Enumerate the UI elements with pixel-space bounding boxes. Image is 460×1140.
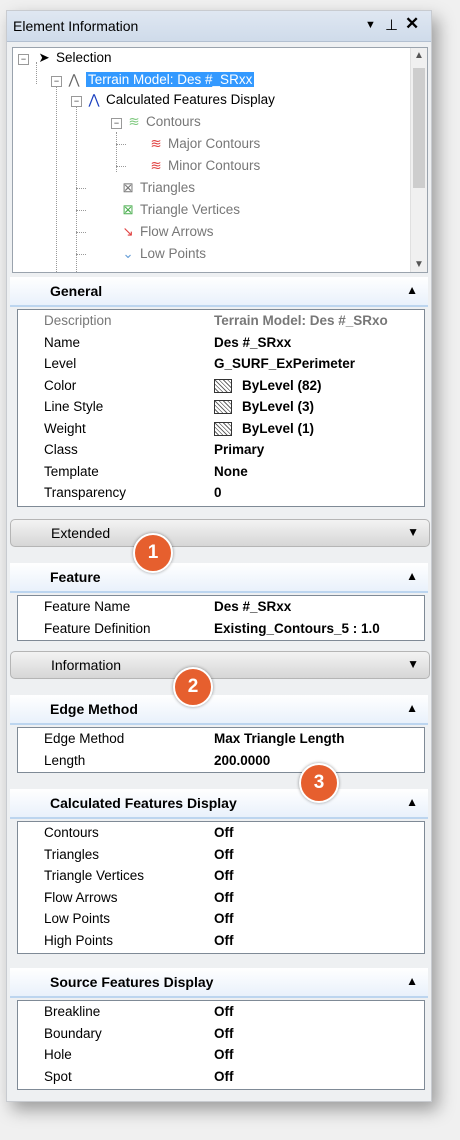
- property-row[interactable]: Breakline Off: [18, 1001, 424, 1023]
- calculated-features-grid: Contours Off Triangles Off Triangle Vertic…: [17, 821, 425, 954]
- tree-node-low-points[interactable]: ⌄ Low Points: [119, 244, 206, 264]
- property-row[interactable]: High Points Off: [18, 930, 424, 952]
- line-style-swatch-icon: [214, 400, 232, 415]
- property-row[interactable]: Triangles Off: [18, 844, 424, 866]
- property-row[interactable]: Flow Arrows Off: [18, 887, 424, 909]
- terrain-icon: ⋀: [68, 72, 80, 87]
- callout-badge-2: 2: [173, 667, 213, 707]
- property-row[interactable]: Boundary Off: [18, 1023, 424, 1045]
- flow-arrows-icon: ↘: [122, 224, 134, 239]
- property-row[interactable]: Line Style ByLevel (3): [18, 396, 424, 418]
- property-row[interactable]: Name Des #_SRxx: [18, 332, 424, 354]
- property-row[interactable]: Transparency 0: [18, 482, 424, 504]
- section-extended-header[interactable]: Extended ▼: [10, 519, 430, 547]
- collapse-toggle[interactable]: −: [51, 76, 62, 87]
- scroll-up-icon[interactable]: ▲: [414, 50, 424, 61]
- expand-chevron-icon[interactable]: ▼: [407, 525, 419, 539]
- property-row[interactable]: Triangle Vertices Off: [18, 865, 424, 887]
- source-features-grid: Breakline Off Boundary Off Hole Off Spot Off: [17, 1000, 425, 1090]
- callout-badge-1: 1: [133, 533, 173, 573]
- tree-node-minor-contours[interactable]: ≋ Minor Contours: [147, 156, 260, 176]
- tree-node-major-contours[interactable]: ≋ Major Contours: [147, 134, 260, 154]
- tree-node-calculated-features[interactable]: ⋀ Calculated Features Display: [85, 90, 274, 110]
- tree-node-flow-arrows[interactable]: ↘ Flow Arrows: [119, 222, 213, 242]
- property-row[interactable]: Level G_SURF_ExPerimeter: [18, 353, 424, 375]
- tree-node-terrain-model[interactable]: ⋀ Terrain Model: Des #_SRxx: [65, 70, 255, 90]
- property-row[interactable]: Color ByLevel (82): [18, 375, 424, 397]
- property-row[interactable]: Class Primary: [18, 439, 424, 461]
- section-edge-method-header[interactable]: Edge Method ▲: [10, 695, 428, 725]
- scroll-thumb[interactable]: [413, 68, 425, 188]
- element-information-panel: Element Information ▼ ⊥ ✕ − ➤ Selection −…: [6, 10, 432, 1102]
- property-row[interactable]: Feature Definition Existing_Contours_5 : …: [18, 618, 424, 640]
- cursor-icon: ➤: [38, 50, 50, 65]
- collapse-toggle[interactable]: −: [71, 96, 82, 107]
- property-row[interactable]: Spot Off: [18, 1066, 424, 1088]
- property-row[interactable]: Low Points Off: [18, 908, 424, 930]
- dropdown-icon[interactable]: ▼: [365, 19, 376, 31]
- section-information-header[interactable]: Information ▼: [10, 651, 430, 679]
- collapse-toggle[interactable]: −: [18, 54, 29, 65]
- tree-node-contours[interactable]: ≋ Contours: [125, 112, 200, 132]
- property-row[interactable]: Edge Method Max Triangle Length: [18, 728, 424, 750]
- triangle-vertices-icon: ⊠: [122, 202, 134, 217]
- property-row[interactable]: Description Terrain Model: Des #_SRxo: [18, 310, 424, 332]
- section-source-features-header[interactable]: Source Features Display ▲: [10, 968, 428, 998]
- weight-swatch-icon: [214, 421, 232, 436]
- collapse-chevron-icon[interactable]: ▲: [406, 795, 418, 809]
- selection-tree[interactable]: − ➤ Selection − ⋀ Terrain Model: Des #_SRx…: [12, 47, 428, 273]
- tree-node-selection[interactable]: ➤ Selection: [35, 48, 111, 68]
- tree-node-triangles[interactable]: ⊠ Triangles: [119, 178, 195, 198]
- section-general-header[interactable]: General ▲: [10, 277, 428, 307]
- property-row[interactable]: Template None: [18, 461, 424, 483]
- color-swatch-icon: [214, 378, 232, 393]
- expand-chevron-icon[interactable]: ▼: [407, 657, 419, 671]
- general-properties-grid: Description Terrain Model: Des #_SRxo Nam…: [17, 309, 425, 507]
- window-title: Element Information: [13, 18, 139, 34]
- major-contours-icon: ≋: [150, 136, 162, 151]
- section-calculated-features-header[interactable]: Calculated Features Display ▲: [10, 789, 428, 819]
- tree-node-triangle-vertices[interactable]: ⊠ Triangle Vertices: [119, 200, 240, 220]
- collapse-chevron-icon[interactable]: ▲: [406, 701, 418, 715]
- property-row[interactable]: Length 200.0000: [18, 750, 424, 772]
- tree-scrollbar[interactable]: ▲ ▼: [410, 48, 427, 272]
- collapse-chevron-icon[interactable]: ▲: [406, 283, 418, 297]
- contours-icon: ≋: [128, 114, 140, 129]
- property-row[interactable]: Contours Off: [18, 822, 424, 844]
- callout-badge-3: 3: [299, 763, 339, 803]
- property-row[interactable]: Hole Off: [18, 1044, 424, 1066]
- pin-icon[interactable]: ⊥: [385, 16, 398, 34]
- low-points-icon: ⌄: [122, 246, 134, 261]
- calculated-features-icon: ⋀: [88, 92, 100, 107]
- title-bar: Element Information ▼ ⊥ ✕: [7, 11, 431, 42]
- triangles-icon: ⊠: [122, 180, 134, 195]
- collapse-chevron-icon[interactable]: ▲: [406, 569, 418, 583]
- minor-contours-icon: ≋: [150, 158, 162, 173]
- collapse-toggle[interactable]: −: [111, 118, 122, 129]
- close-icon[interactable]: ✕: [405, 14, 419, 34]
- edge-method-properties-grid: Edge Method Max Triangle Length Length 200…: [17, 727, 425, 773]
- section-feature-header[interactable]: Feature ▲: [10, 563, 428, 593]
- property-row[interactable]: Feature Name Des #_SRxx: [18, 596, 424, 618]
- property-row[interactable]: Weight ByLevel (1): [18, 418, 424, 440]
- collapse-chevron-icon[interactable]: ▲: [406, 974, 418, 988]
- feature-properties-grid: Feature Name Des #_SRxx Feature Definitio…: [17, 595, 425, 641]
- scroll-down-icon[interactable]: ▼: [414, 259, 424, 270]
